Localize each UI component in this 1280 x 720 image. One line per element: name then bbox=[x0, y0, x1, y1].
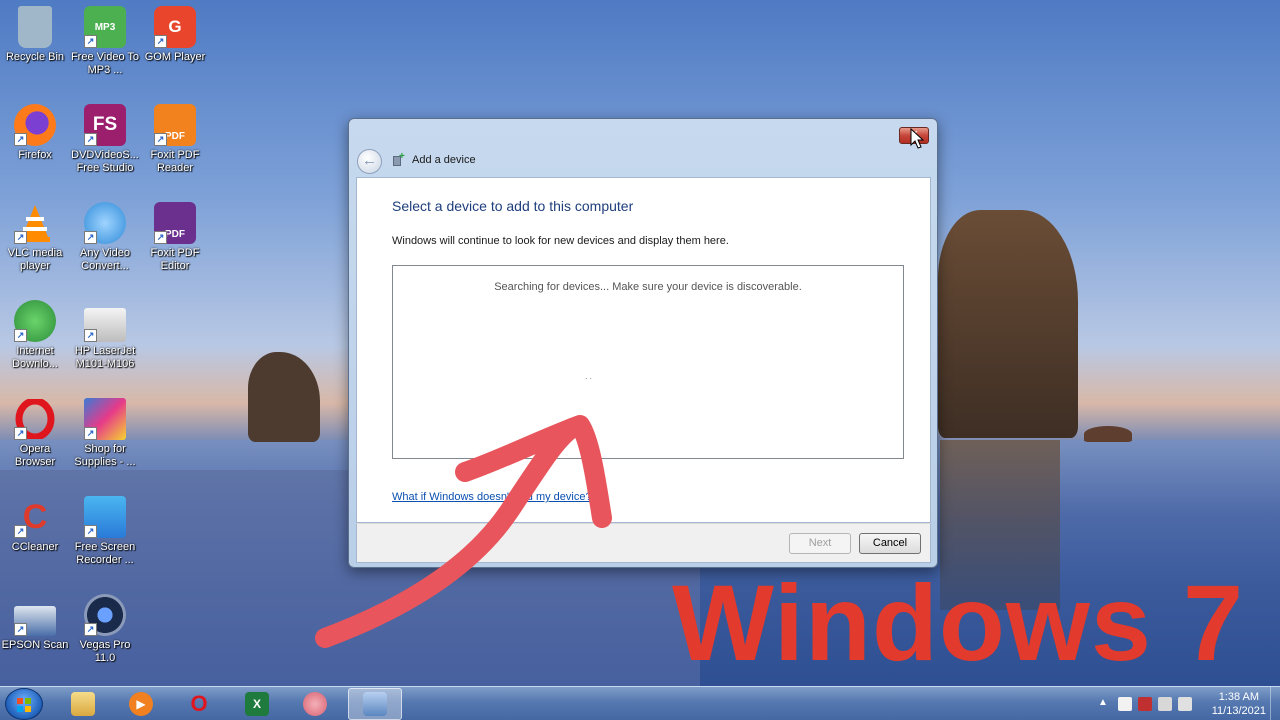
desktop-icon-vegas-pro[interactable]: ↗ Vegas Pro 11.0 bbox=[70, 594, 140, 665]
opera-icon: O bbox=[190, 691, 208, 716]
taskbar: ▶ O X ▲ 1:38 AM 11/13/2021 bbox=[0, 686, 1280, 720]
opera-icon: ↗ bbox=[14, 398, 56, 440]
taskbar-explorer[interactable] bbox=[56, 688, 110, 720]
dialog-heading: Select a device to add to this computer bbox=[392, 198, 634, 214]
desktop-icon-shop-for-supplies[interactable]: ↗ Shop for Supplies - ... bbox=[70, 398, 140, 469]
show-hidden-icons-icon[interactable]: ▲ bbox=[1098, 697, 1108, 708]
desktop-icon-epson-scan[interactable]: ↗ EPSON Scan bbox=[0, 594, 70, 652]
progress-dots: .. bbox=[585, 371, 595, 381]
taskbar-excel[interactable]: X bbox=[230, 688, 284, 720]
action-center-icon[interactable] bbox=[1118, 697, 1132, 711]
device-list[interactable]: Searching for devices... Make sure your … bbox=[392, 265, 904, 459]
desktop-icon-any-video-converter[interactable]: ↗ Any Video Convert... bbox=[70, 202, 140, 273]
dialog-title: Add a device bbox=[412, 154, 476, 166]
desktop-icon-firefox[interactable]: ↗ Firefox bbox=[0, 104, 70, 162]
media-player-icon: ▶ bbox=[129, 692, 153, 716]
desktop-icon-foxit-editor[interactable]: PDF ↗ Foxit PDF Editor bbox=[140, 202, 210, 273]
free-studio-icon: FS ↗ bbox=[84, 104, 126, 146]
desktop-icon-gom-player[interactable]: G ↗ GOM Player bbox=[140, 6, 210, 64]
cancel-button[interactable]: Cancel bbox=[859, 533, 921, 554]
desktop-icon-foxit-reader[interactable]: PDF ↗ Foxit PDF Reader bbox=[140, 104, 210, 175]
desktop-icon-ccleaner[interactable]: C ↗ CCleaner bbox=[0, 496, 70, 554]
system-tray: ▲ 1:38 AM 11/13/2021 bbox=[1090, 687, 1280, 720]
desktop-icon-internet-download-manager[interactable]: ↗ Internet Downlo... bbox=[0, 300, 70, 371]
scanner-icon: ↗ bbox=[14, 606, 56, 636]
volume-icon[interactable] bbox=[1178, 697, 1192, 711]
vlc-cone-icon: ↗ bbox=[14, 202, 56, 244]
mouse-cursor-icon bbox=[910, 128, 925, 149]
folder-icon bbox=[71, 692, 95, 716]
start-button[interactable] bbox=[5, 688, 43, 720]
printer-icon: ↗ bbox=[84, 308, 126, 342]
add-device-dialog: ✕ ← + Add a device Select a device to ad… bbox=[348, 118, 938, 568]
video-converter-icon: ↗ bbox=[84, 202, 126, 244]
flag-icon[interactable] bbox=[1138, 697, 1152, 711]
windows-logo-icon bbox=[17, 698, 32, 712]
dialog-description: Windows will continue to look for new de… bbox=[392, 235, 729, 247]
next-button[interactable]: Next bbox=[789, 533, 851, 554]
desktop-icon-free-video-to-mp3[interactable]: MP3 ↗ Free Video To MP3 ... bbox=[70, 6, 140, 77]
desktop-icon-free-screen-recorder[interactable]: ↗ Free Screen Recorder ... bbox=[70, 496, 140, 567]
desktop-icon-dvdvideosoft[interactable]: FS ↗ DVDVideoS... Free Studio bbox=[70, 104, 140, 175]
gom-player-icon: G ↗ bbox=[154, 6, 196, 48]
haystack-rock bbox=[938, 210, 1078, 438]
vegas-pro-icon: ↗ bbox=[84, 594, 126, 636]
recycle-bin-icon bbox=[18, 6, 52, 48]
desktop-icon-hp-laserjet[interactable]: ↗ HP LaserJet M101-M106 bbox=[70, 300, 140, 371]
windows-7-overlay-text: Windows 7 bbox=[672, 562, 1245, 683]
searching-status: Searching for devices... Make sure your … bbox=[494, 281, 802, 293]
devices-icon bbox=[363, 692, 387, 716]
desktop-icon-vlc[interactable]: ↗ VLC media player bbox=[0, 202, 70, 273]
excel-icon: X bbox=[245, 692, 269, 716]
printer-supplies-icon: ↗ bbox=[84, 398, 126, 440]
add-device-icon: + bbox=[391, 152, 405, 167]
screen-recorder-icon: ↗ bbox=[84, 496, 126, 538]
dialog-footer: Next Cancel bbox=[356, 523, 931, 563]
small-rock bbox=[1084, 426, 1132, 442]
clock-date: 11/13/2021 bbox=[1211, 705, 1266, 717]
foxit-reader-icon: PDF ↗ bbox=[154, 104, 196, 146]
clock-time: 1:38 AM bbox=[1218, 691, 1260, 703]
firefox-icon: ↗ bbox=[14, 104, 56, 146]
network-icon[interactable] bbox=[1158, 697, 1172, 711]
desktop-icon-opera[interactable]: ↗ Opera Browser bbox=[0, 398, 70, 469]
desktop-icon-recycle-bin[interactable]: Recycle Bin bbox=[0, 6, 70, 64]
taskbar-app[interactable] bbox=[288, 688, 342, 720]
foxit-editor-icon: PDF ↗ bbox=[154, 202, 196, 244]
help-link[interactable]: What if Windows doesn't find my device? bbox=[392, 491, 592, 503]
sea-stack-rock bbox=[248, 352, 320, 442]
app-orb-icon bbox=[303, 692, 327, 716]
taskbar-opera[interactable]: O bbox=[172, 688, 226, 720]
download-manager-icon: ↗ bbox=[14, 300, 56, 342]
back-arrow-icon: ← bbox=[362, 152, 377, 169]
show-desktop-button[interactable] bbox=[1270, 687, 1280, 720]
ccleaner-icon: C ↗ bbox=[14, 496, 56, 538]
dialog-content: Select a device to add to this computer … bbox=[356, 177, 931, 523]
taskbar-media-player[interactable]: ▶ bbox=[114, 688, 168, 720]
back-button[interactable]: ← bbox=[357, 149, 382, 174]
mp3-converter-icon: MP3 ↗ bbox=[84, 6, 126, 48]
taskbar-add-device[interactable] bbox=[348, 688, 402, 720]
clock[interactable]: 1:38 AM 11/13/2021 bbox=[1212, 690, 1266, 718]
